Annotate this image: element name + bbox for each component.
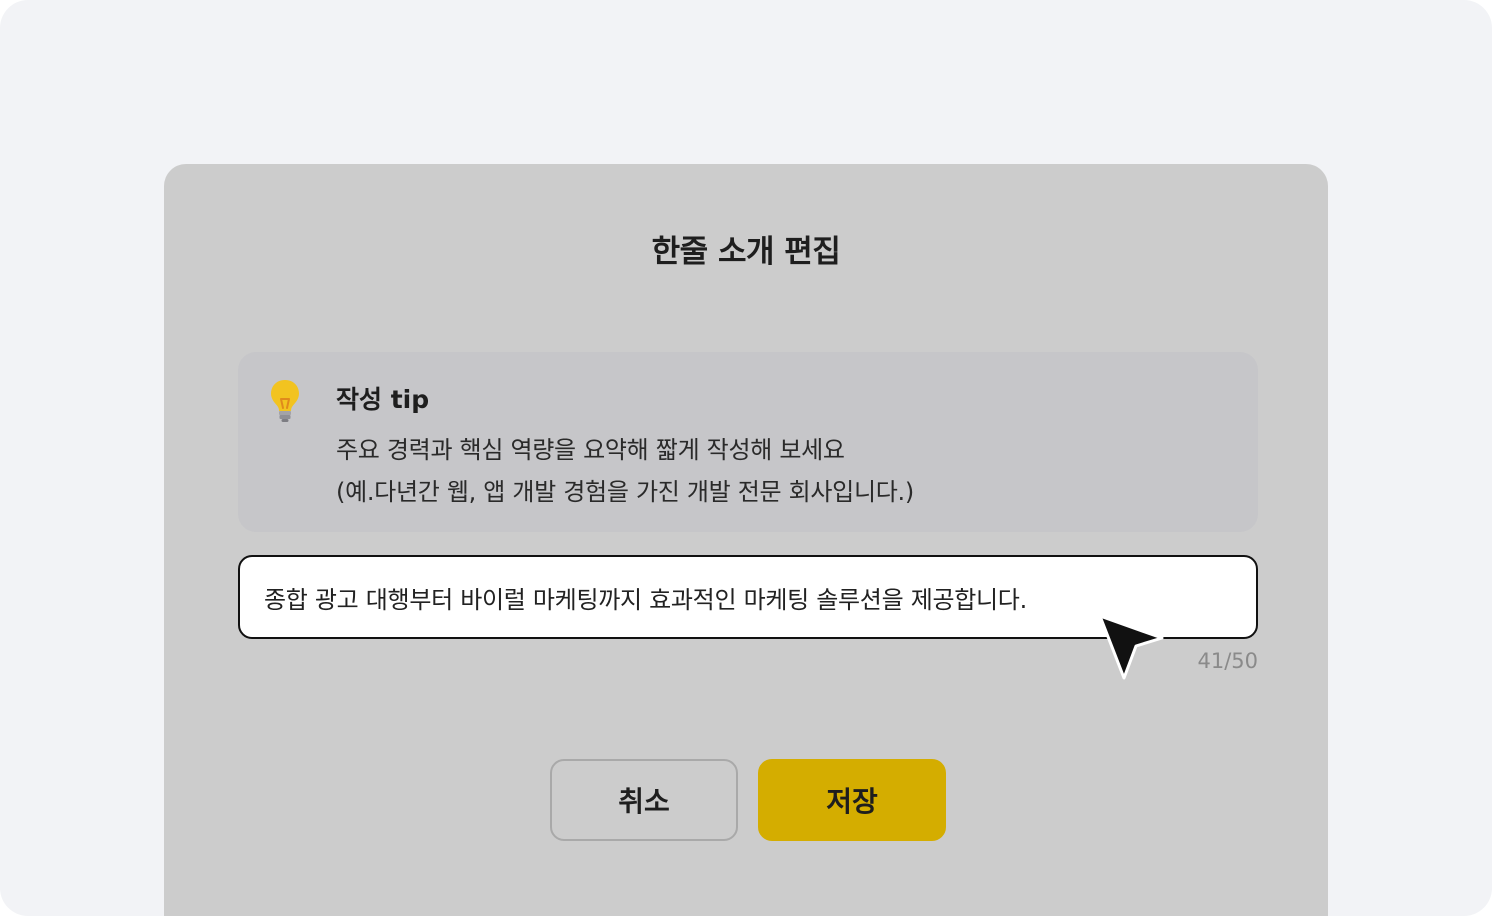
modal-title: 한줄 소개 편집 xyxy=(651,234,841,270)
intro-text-input[interactable] xyxy=(238,555,1258,639)
cancel-button[interactable]: 취소 xyxy=(550,759,738,841)
tip-text-line-1: 주요 경력과 핵심 역량을 요약해 짧게 작성해 보세요 xyxy=(336,436,845,464)
save-button[interactable]: 저장 xyxy=(758,759,946,841)
app-frame: 한줄 소개 편집 작성 tip 주요 경력과 핵심 역량을 요약해 짧게 작성해… xyxy=(0,0,1492,916)
tip-text-line-2: (예.다년간 웹, 앱 개발 경험을 가진 개발 전문 회사입니다.) xyxy=(336,478,914,506)
lightbulb-icon xyxy=(271,380,299,422)
char-count: 41/50 xyxy=(1197,649,1258,673)
edit-intro-modal: 한줄 소개 편집 작성 tip 주요 경력과 핵심 역량을 요약해 짧게 작성해… xyxy=(164,164,1328,916)
tip-box: 작성 tip 주요 경력과 핵심 역량을 요약해 짧게 작성해 보세요 (예.다… xyxy=(238,352,1258,532)
tip-title: 작성 tip xyxy=(336,385,430,414)
